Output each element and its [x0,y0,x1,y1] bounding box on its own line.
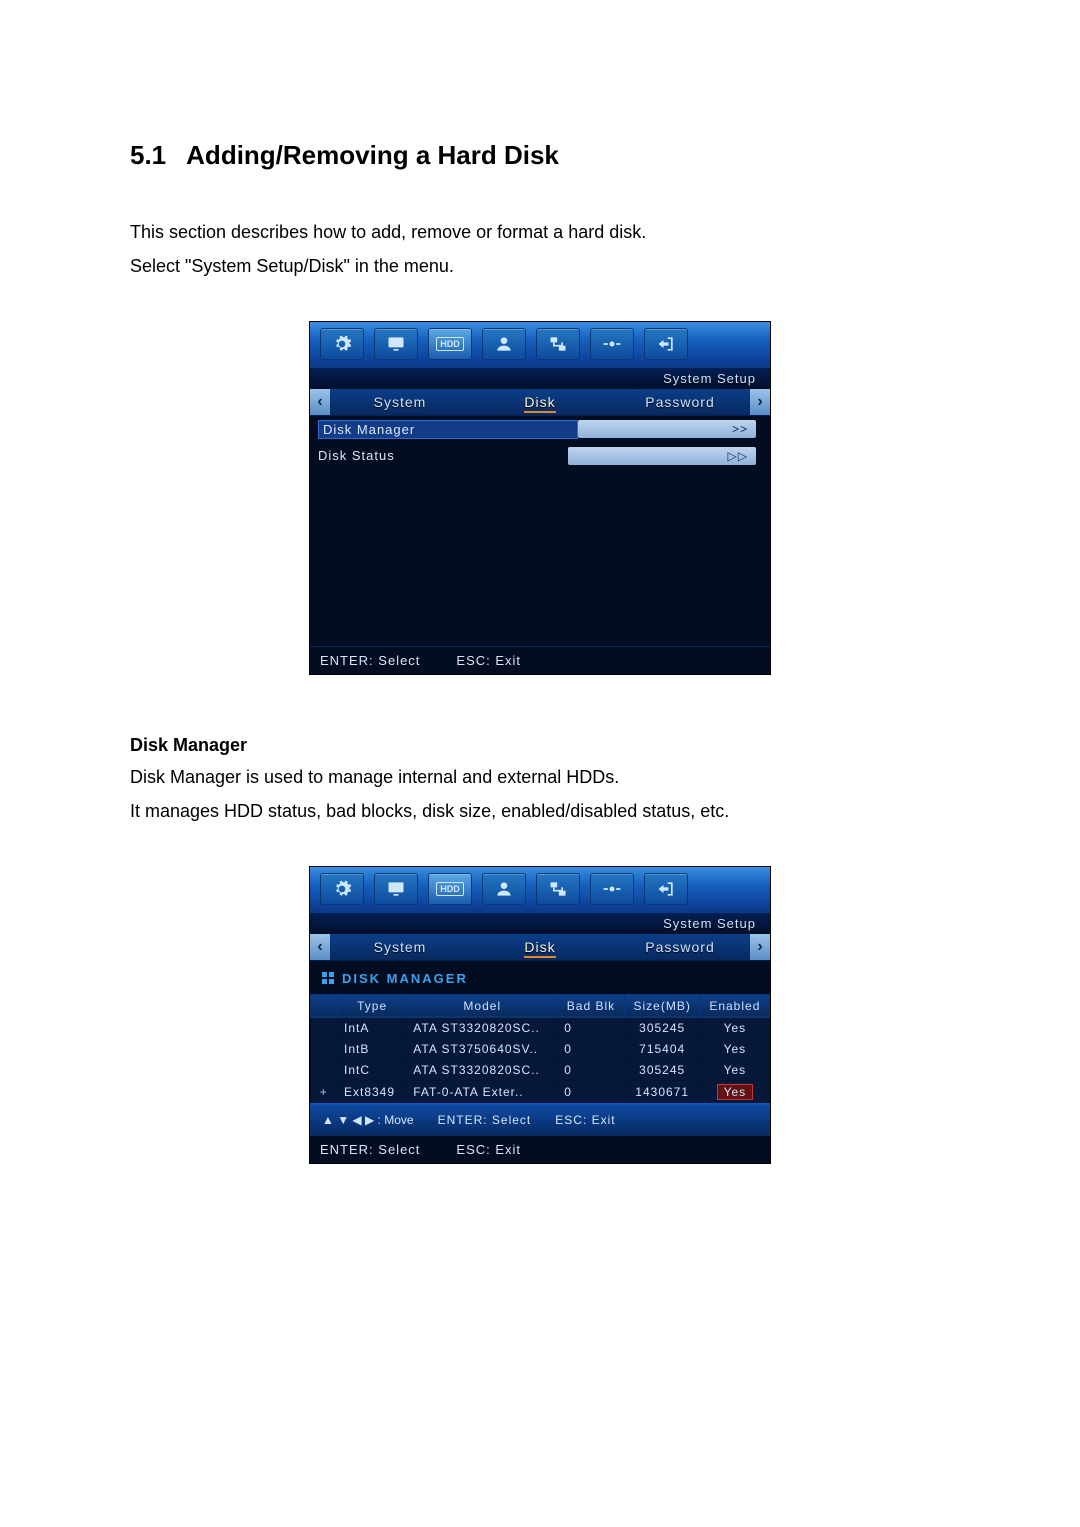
exit-icon[interactable] [644,328,688,360]
dvr-toolbar: HDD [310,322,770,368]
document-page: 5.1 Adding/Removing a Hard Disk This sect… [0,0,1080,1284]
col-size: Size(MB) [624,994,700,1017]
col-badblk: Bad Blk [558,994,624,1017]
breadcrumb: System Setup [310,368,770,389]
tab-system[interactable]: System [330,389,470,415]
col-plus [311,994,338,1017]
display-icon[interactable] [374,328,418,360]
gear-icon[interactable] [320,873,364,905]
col-model: Model [407,994,558,1017]
nav-esc: ESC: Exit [555,1113,615,1127]
dvr-panel: HDD System Setup ‹ System Disk Password … [309,321,771,675]
cell-size: 1430671 [624,1080,700,1103]
sub-line-1: Disk Manager is used to manage internal … [130,764,950,792]
menu-item-value: ▷▷ [568,447,756,465]
cell-model: ATA ST3750640SV.. [407,1038,558,1059]
section-number: 5.1 [130,140,166,170]
cell-bad: 0 [558,1038,624,1059]
cell-plus [311,1017,338,1038]
tab-system[interactable]: System [330,934,470,960]
section-title: Adding/Removing a Hard Disk [186,140,559,170]
nav-strip: ▲ ▼ ◀ ▶ : Move ENTER: Select ESC: Exit [310,1103,770,1135]
tab-scroll-right[interactable]: › [750,389,770,415]
cell-plus: + [311,1080,338,1103]
system-icon[interactable] [590,328,634,360]
cell-model: ATA ST3320820SC.. [407,1017,558,1038]
table-row[interactable]: + Ext8349 FAT-0-ATA Exter.. 0 1430671 Ye… [311,1080,770,1103]
figure-system-setup-disk: HDD System Setup ‹ System Disk Password … [130,321,950,675]
hdd-icon[interactable]: HDD [428,328,472,360]
cell-model: FAT-0-ATA Exter.. [407,1080,558,1103]
menu-item-disk-status[interactable]: Disk Status ▷▷ [310,443,770,469]
tab-disk[interactable]: Disk [470,389,610,415]
system-icon[interactable] [590,873,634,905]
gear-icon[interactable] [320,328,364,360]
cell-size: 305245 [624,1017,700,1038]
cell-enabled[interactable]: Yes [700,1080,769,1103]
display-icon[interactable] [374,873,418,905]
cell-type: IntC [338,1059,407,1080]
tab-scroll-left[interactable]: ‹ [310,389,330,415]
tab-bar: ‹ System Disk Password › [310,389,770,416]
tab-password[interactable]: Password [610,389,750,415]
nav-enter: ENTER: Select [438,1113,532,1127]
col-enabled: Enabled [700,994,769,1017]
nav-move: ▲ ▼ ◀ ▶ : Move [322,1113,414,1127]
panel-title: DISK MANAGER [310,961,770,994]
cell-plus [311,1038,338,1059]
tab-password[interactable]: Password [610,934,750,960]
footer-enter: ENTER: Select [320,653,420,668]
dvr-footer: ENTER: Select ESC: Exit [310,646,770,674]
dvr-footer: ENTER: Select ESC: Exit [310,1135,770,1163]
cell-type: IntB [338,1038,407,1059]
cell-bad: 0 [558,1017,624,1038]
tab-disk[interactable]: Disk [470,934,610,960]
cell-enabled[interactable]: Yes [700,1038,769,1059]
network-icon[interactable] [536,328,580,360]
menu-item-value: >> [578,420,756,438]
user-icon[interactable] [482,873,526,905]
dvr-panel: HDD System Setup ‹ System Disk Password … [309,866,771,1164]
menu-item-label: Disk Status [318,448,568,463]
cell-enabled[interactable]: Yes [700,1059,769,1080]
cell-type: IntA [338,1017,407,1038]
cell-enabled[interactable]: Yes [700,1017,769,1038]
table-row[interactable]: IntC ATA ST3320820SC.. 0 305245 Yes [311,1059,770,1080]
sub-line-2: It manages HDD status, bad blocks, disk … [130,798,950,826]
tab-bar: ‹ System Disk Password › [310,934,770,961]
section-heading: 5.1 Adding/Removing a Hard Disk [130,140,950,171]
cell-size: 715404 [624,1038,700,1059]
disk-manager-body: DISK MANAGER Type Model Bad Blk Size(MB)… [310,961,770,1135]
table-header-row: Type Model Bad Blk Size(MB) Enabled [311,994,770,1017]
menu-item-label: Disk Manager [318,420,578,439]
tab-scroll-left[interactable]: ‹ [310,934,330,960]
cell-bad: 0 [558,1080,624,1103]
disk-table: Type Model Bad Blk Size(MB) Enabled IntA… [310,994,770,1103]
footer-enter: ENTER: Select [320,1142,420,1157]
cell-type: Ext8349 [338,1080,407,1103]
user-icon[interactable] [482,328,526,360]
subheading-disk-manager: Disk Manager [130,735,950,756]
dvr-toolbar: HDD [310,867,770,913]
intro-line-2: Select "System Setup/Disk" in the menu. [130,253,950,281]
cell-size: 305245 [624,1059,700,1080]
grid-icon [322,972,334,984]
footer-esc: ESC: Exit [456,1142,521,1157]
intro-line-1: This section describes how to add, remov… [130,219,950,247]
network-icon[interactable] [536,873,580,905]
col-type: Type [338,994,407,1017]
footer-esc: ESC: Exit [456,653,521,668]
exit-icon[interactable] [644,873,688,905]
menu-item-disk-manager[interactable]: Disk Manager >> [310,416,770,443]
cell-model: ATA ST3320820SC.. [407,1059,558,1080]
table-row[interactable]: IntB ATA ST3750640SV.. 0 715404 Yes [311,1038,770,1059]
figure-disk-manager: HDD System Setup ‹ System Disk Password … [130,866,950,1164]
cell-bad: 0 [558,1059,624,1080]
disk-menu-body: Disk Manager >> Disk Status ▷▷ [310,416,770,646]
hdd-icon[interactable]: HDD [428,873,472,905]
tab-scroll-right[interactable]: › [750,934,770,960]
table-row[interactable]: IntA ATA ST3320820SC.. 0 305245 Yes [311,1017,770,1038]
breadcrumb: System Setup [310,913,770,934]
cell-plus [311,1059,338,1080]
